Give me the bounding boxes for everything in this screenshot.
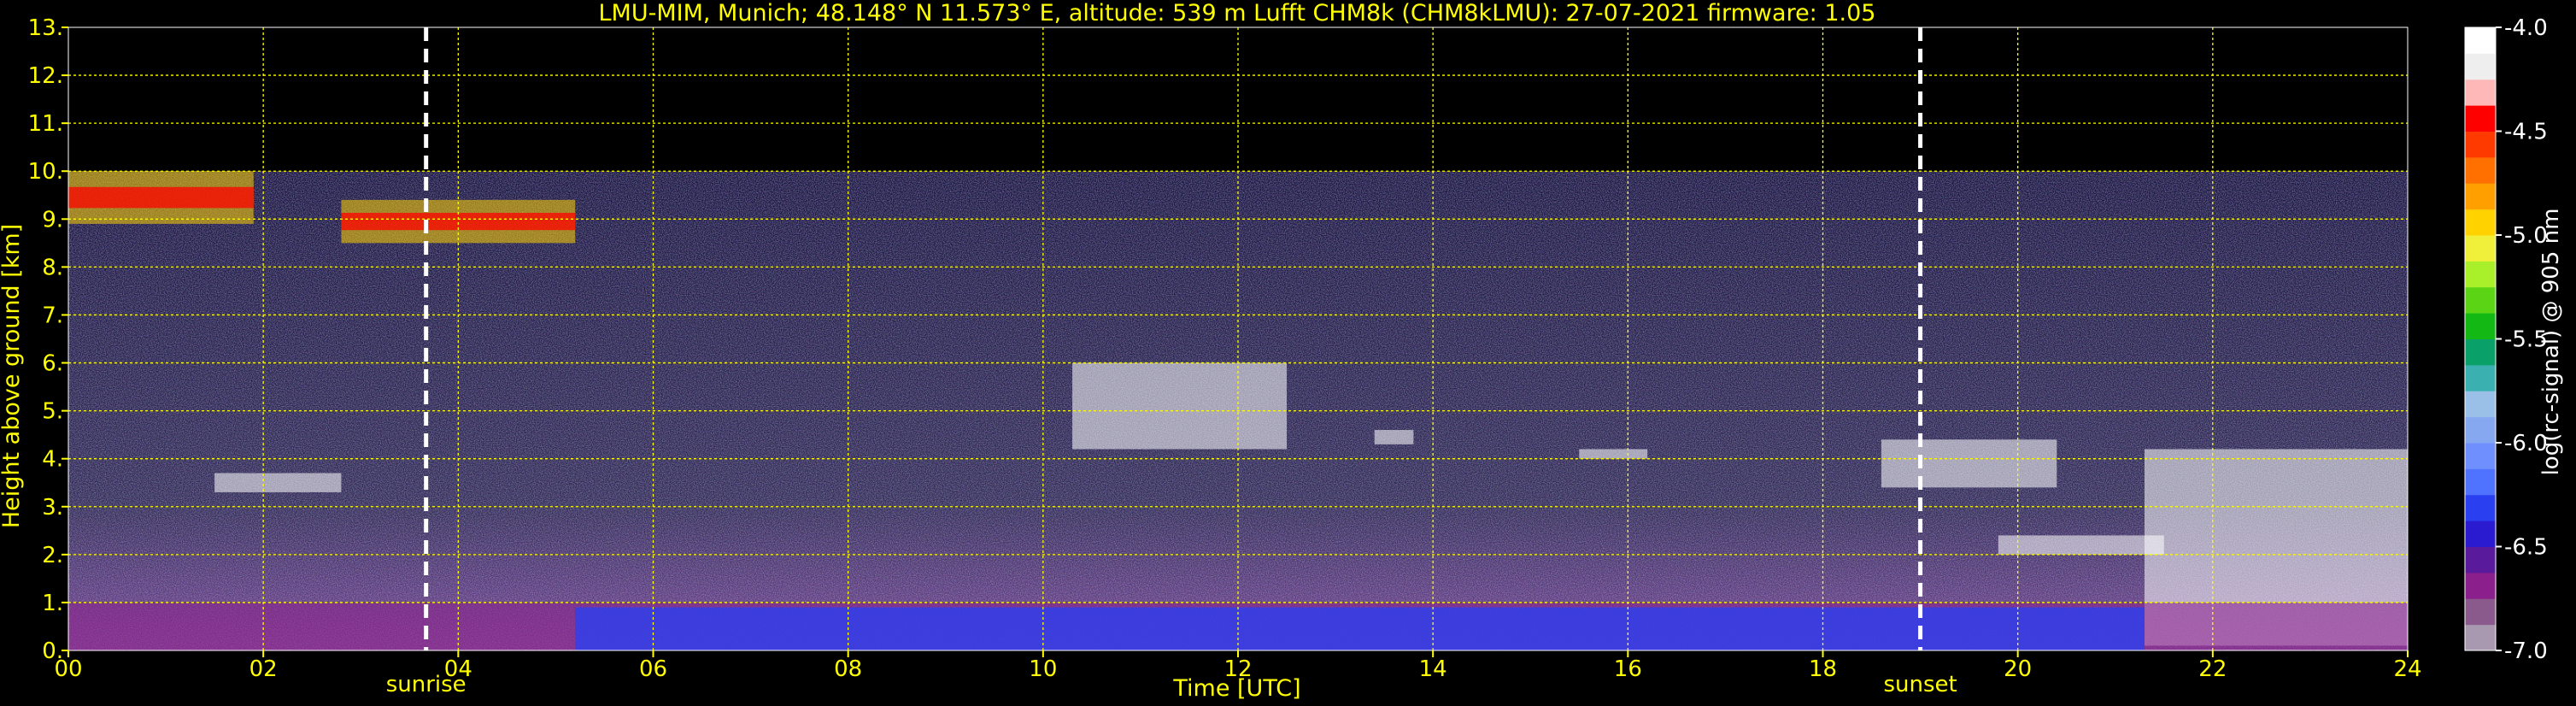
x-tick-label: 14 xyxy=(1419,656,1447,682)
cloud-layer xyxy=(1998,535,2164,555)
y-tick-label: 5. xyxy=(42,399,63,425)
y-axis: 0. 1. 2. 3. 4. 5. 6. 7. 8. 9. 10. 11. 12. 13. xyxy=(28,15,68,664)
x-tick-label: 18 xyxy=(1809,656,1837,682)
y-tick-label: 10. xyxy=(28,159,63,185)
cloud-layer xyxy=(214,473,342,492)
sunset-label: sunset xyxy=(1883,672,1957,697)
x-tick-label: 20 xyxy=(2004,656,2032,682)
y-tick-label: 9. xyxy=(42,207,63,232)
colorbar-swatch xyxy=(2465,546,2496,574)
colorbar-swatch xyxy=(2465,313,2496,339)
sunrise-label: sunrise xyxy=(386,672,466,697)
colorbar-swatch xyxy=(2465,183,2496,210)
y-tick-label: 1. xyxy=(42,591,63,616)
colorbar-tick-label: -6.5 xyxy=(2504,535,2548,561)
colorbar-swatch xyxy=(2465,131,2496,158)
cirrus-core xyxy=(68,186,254,209)
colorbar-swatch xyxy=(2465,235,2496,262)
colorbar-swatch xyxy=(2465,105,2496,132)
y-tick-label: 0. xyxy=(42,638,63,664)
plot-area xyxy=(67,26,2409,651)
y-tick-label: 13. xyxy=(28,15,63,41)
y-tick-label: 3. xyxy=(42,495,63,521)
colorbar-swatch xyxy=(2465,156,2496,184)
boundary-layer-core xyxy=(575,607,2145,650)
colorbar-swatch xyxy=(2465,209,2496,236)
x-tick-label: 08 xyxy=(834,656,862,682)
chart-title: LMU-MIM, Munich; 48.148° N 11.573° E, al… xyxy=(599,0,1876,26)
colorbar-swatch xyxy=(2465,521,2496,547)
y-tick-label: 12. xyxy=(28,63,63,89)
y-tick-label: 7. xyxy=(42,303,63,328)
x-tick-label: 10 xyxy=(1029,656,1057,682)
cloud-layer xyxy=(1374,430,1414,444)
colorbar-swatch xyxy=(2465,338,2496,366)
colorbar-swatch xyxy=(2465,364,2496,391)
x-axis-label: Time [UTC] xyxy=(1172,675,1300,702)
colorbar-tick-label: -4.0 xyxy=(2504,15,2548,41)
y-tick-label: 2. xyxy=(42,543,63,568)
cloud-layer xyxy=(1072,362,1288,450)
x-tick-label: 16 xyxy=(1614,656,1642,682)
x-tick-label: 22 xyxy=(2198,656,2227,682)
x-tick-label: 06 xyxy=(639,656,667,682)
colorbar-swatch xyxy=(2465,624,2496,651)
colorbar-swatch xyxy=(2465,53,2496,80)
y-axis-label: Height above ground [km] xyxy=(0,224,25,528)
ceilometer-chart: LMU-MIM, Munich; 48.148° N 11.573° E, al… xyxy=(0,0,2564,702)
x-tick-label: 02 xyxy=(249,656,278,682)
colorbar-swatch xyxy=(2465,598,2496,626)
colorbar-swatch xyxy=(2465,416,2496,444)
colorbar-tick-label: -4.5 xyxy=(2504,120,2548,145)
colorbar-swatch xyxy=(2465,286,2496,314)
x-tick-label: 24 xyxy=(2393,656,2421,682)
cloud-layer xyxy=(1881,439,2057,488)
y-tick-label: 8. xyxy=(42,255,63,280)
y-tick-label: 6. xyxy=(42,351,63,377)
colorbar-swatch xyxy=(2465,27,2496,54)
cloud-layer xyxy=(1579,449,1648,459)
colorbar: -4.0-4.5-5.0-5.5-6.0-6.5-7.0 xyxy=(2464,15,2548,664)
y-tick-label: 11. xyxy=(28,111,63,137)
colorbar-swatch xyxy=(2465,443,2496,469)
colorbar-swatch xyxy=(2465,468,2496,496)
colorbar-swatch xyxy=(2465,391,2496,418)
colorbar-tick-label: -7.0 xyxy=(2504,638,2548,664)
colorbar-swatch xyxy=(2465,79,2496,106)
colorbar-label: log(rc-signal) @ 905 nm xyxy=(2538,209,2564,476)
colorbar-swatch xyxy=(2465,494,2496,521)
colorbar-swatch xyxy=(2465,572,2496,599)
y-tick-label: 4. xyxy=(42,447,63,473)
colorbar-swatch xyxy=(2465,261,2496,288)
